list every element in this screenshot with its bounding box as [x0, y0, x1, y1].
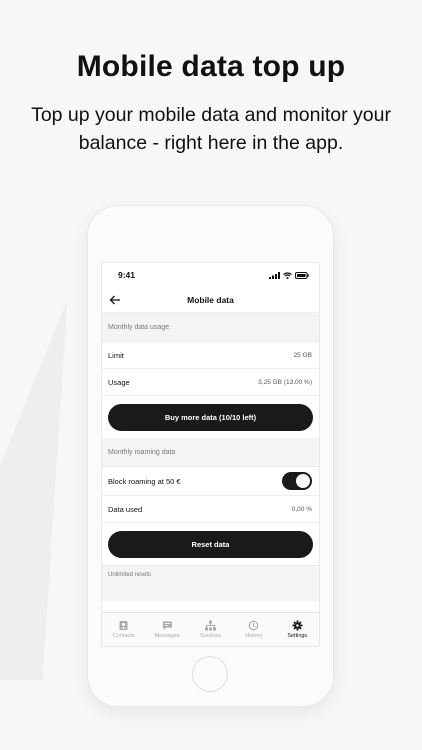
signal-icon: [269, 271, 280, 279]
status-icons: [269, 271, 309, 279]
status-time: 9:41: [118, 270, 136, 280]
tab-history[interactable]: History: [234, 620, 274, 639]
tab-messages[interactable]: Messages: [147, 620, 187, 639]
nav-bar: Mobile data: [102, 287, 319, 313]
buy-more-data-button[interactable]: Buy more data (10/10 left): [108, 404, 313, 431]
tab-label-history: History: [245, 633, 263, 639]
block-roaming-row: Block roaming at 50 €: [102, 467, 319, 496]
limit-value: 25 GB: [293, 351, 312, 359]
roaming-header: Monthly roaming data: [102, 438, 319, 467]
messages-icon: [162, 621, 172, 630]
phone-screen: 9:41 Mobile data Monthly data usage Limi…: [101, 262, 320, 647]
home-button[interactable]: [192, 656, 228, 692]
usage-value: 3,25 GB (13.00 %): [258, 378, 312, 386]
status-bar: 9:41: [102, 263, 319, 287]
tab-bar: Contacts Messages Services History Setti…: [102, 612, 319, 646]
reset-footnote: Unlimited resets: [102, 565, 319, 601]
promo-subtitle: Top up your mobile data and monitor your…: [31, 104, 391, 154]
usage-row: Usage 3,25 GB (13.00 %): [102, 369, 319, 396]
limit-row: Limit 25 GB: [102, 342, 319, 369]
settings-icon: [292, 620, 303, 631]
tab-contacts[interactable]: Contacts: [104, 620, 144, 639]
promo-title: Mobile data top up: [76, 50, 346, 83]
tab-label-messages: Messages: [154, 633, 180, 639]
wifi-icon: [283, 271, 292, 279]
tab-services[interactable]: Services: [190, 620, 230, 639]
battery-icon: [295, 271, 309, 279]
back-arrow-icon[interactable]: [108, 293, 122, 307]
data-used-value: 0,00 %: [291, 505, 312, 513]
contacts-icon: [119, 621, 128, 630]
tab-label-settings: Settings: [287, 633, 308, 639]
block-roaming-toggle[interactable]: [282, 472, 312, 490]
tab-settings[interactable]: Settings: [277, 620, 317, 639]
data-used-label: Data used: [108, 504, 143, 514]
reset-button-wrap: Reset data: [102, 523, 319, 565]
data-used-row: Data used 0,00 %: [102, 496, 319, 523]
limit-label: Limit: [108, 350, 124, 360]
data-usage-header: Monthly data usage: [102, 313, 319, 342]
reset-data-button[interactable]: Reset data: [108, 531, 313, 558]
buy-button-wrap: Buy more data (10/10 left): [102, 396, 319, 438]
page-title: Mobile data: [187, 294, 234, 305]
tab-label-services: Services: [199, 633, 222, 639]
history-icon: [249, 620, 259, 631]
services-icon: [204, 620, 216, 631]
tab-label-contacts: Contacts: [112, 633, 135, 639]
usage-label: Usage: [108, 377, 130, 387]
block-roaming-label: Block roaming at 50 €: [108, 476, 181, 486]
